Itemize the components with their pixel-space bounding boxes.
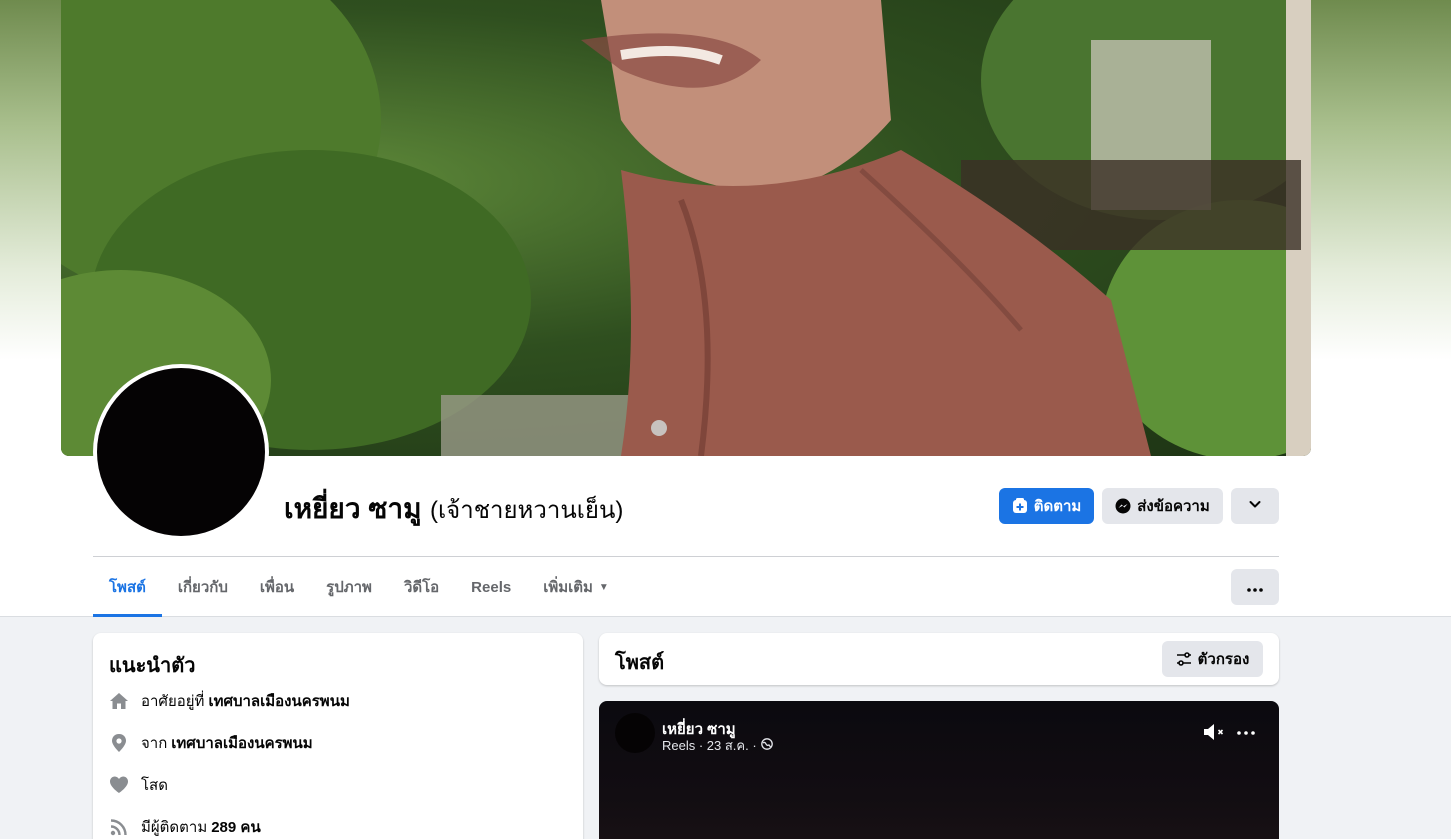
message-label: ส่งข้อความ (1137, 498, 1210, 515)
profile-options-button[interactable] (1231, 488, 1279, 524)
tab-more[interactable]: เพิ่มเติม ▼ (527, 557, 625, 617)
profile-name-row: เหยี่ยว ซามู (เจ้าชายหวานเย็น) (284, 487, 623, 531)
intro-lives-in: อาศัยอยู่ที่ เทศบาลเมืองนครพนม (109, 689, 350, 713)
avatar-image (97, 368, 265, 536)
intro-followers: มีผู้ติดตาม 289 คน (109, 815, 261, 839)
tabs-more-button[interactable] (1231, 569, 1279, 605)
lives-place[interactable]: เทศบาลเมืองนครพนม (208, 689, 349, 713)
tab-photos[interactable]: รูปภาพ (310, 557, 388, 617)
filter-label: ตัวกรอง (1197, 651, 1250, 668)
intro-card: แนะนำตัว อาศัยอยู่ที่ เทศบาลเมืองนครพนม … (93, 633, 583, 839)
cover-photo-art (61, 0, 1311, 456)
tab-reels[interactable]: Reels (455, 557, 527, 617)
reel-meta: Reels · 23 ส.ค. · (662, 735, 773, 756)
globe-icon (760, 738, 773, 753)
filter-sliders-icon (1176, 651, 1192, 667)
chevron-down-icon (1248, 497, 1262, 515)
cover-photo[interactable] (61, 0, 1311, 456)
profile-avatar[interactable] (93, 364, 269, 540)
posts-title: โพสต์ (615, 652, 665, 674)
from-place[interactable]: เทศบาลเมืองนครพนม (171, 731, 312, 755)
follow-label: ติดตาม (1033, 498, 1082, 515)
intro-relationship: โสด (109, 773, 168, 797)
tab-label: เพิ่มเติม (543, 579, 593, 596)
messenger-icon (1115, 498, 1131, 514)
reel-more-dots-icon[interactable] (1235, 721, 1257, 743)
reel-meta-text: Reels · 23 ส.ค. · (662, 738, 757, 753)
message-button[interactable]: ส่งข้อความ (1102, 488, 1223, 524)
follow-button[interactable]: ติดตาม (999, 488, 1094, 524)
followers-count[interactable]: 289 คน (211, 815, 260, 839)
followers-prefix: มีผู้ติดตาม (141, 819, 208, 836)
tab-videos[interactable]: วิดีโอ (388, 557, 455, 617)
tab-label: รูปภาพ (326, 579, 372, 596)
tab-label: วิดีโอ (403, 579, 440, 596)
tab-posts[interactable]: โพสต์ (93, 557, 162, 617)
muted-speaker-icon[interactable] (1202, 721, 1228, 743)
rss-icon (109, 817, 129, 837)
profile-name: เหยี่ยว ซามู (284, 493, 422, 524)
intro-title: แนะนำตัว (109, 655, 196, 677)
follow-plus-icon (1012, 498, 1028, 514)
tab-label: เพื่อน (259, 579, 295, 596)
more-dots-icon (1247, 579, 1263, 596)
intro-from: จาก เทศบาลเมืองนครพนม (109, 731, 313, 755)
profile-tabs: โพสต์ เกี่ยวกับ เพื่อน รูปภาพ วิดีโอ Ree… (93, 557, 625, 617)
tab-about[interactable]: เกี่ยวกับ (162, 557, 244, 617)
filter-button[interactable]: ตัวกรอง (1162, 641, 1263, 677)
tab-label: โพสต์ (109, 579, 146, 596)
reel-author-avatar[interactable] (615, 713, 655, 753)
reel-post[interactable]: เหยี่ยว ซามู Reels · 23 ส.ค. · (599, 701, 1279, 839)
home-icon (109, 691, 129, 711)
location-pin-icon (109, 733, 129, 753)
posts-header-card: โพสต์ ตัวกรอง (599, 633, 1279, 685)
caret-down-icon: ▼ (598, 581, 609, 593)
tab-friends[interactable]: เพื่อน (244, 557, 310, 617)
tab-label: เกี่ยวกับ (177, 579, 228, 596)
heart-icon (109, 775, 129, 795)
relationship-status: โสด (141, 777, 168, 794)
tab-label: Reels (471, 578, 512, 596)
from-prefix: จาก (141, 735, 168, 752)
profile-alternate-name: (เจ้าชายหวานเย็น) (429, 497, 624, 524)
lives-prefix: อาศัยอยู่ที่ (141, 693, 205, 710)
